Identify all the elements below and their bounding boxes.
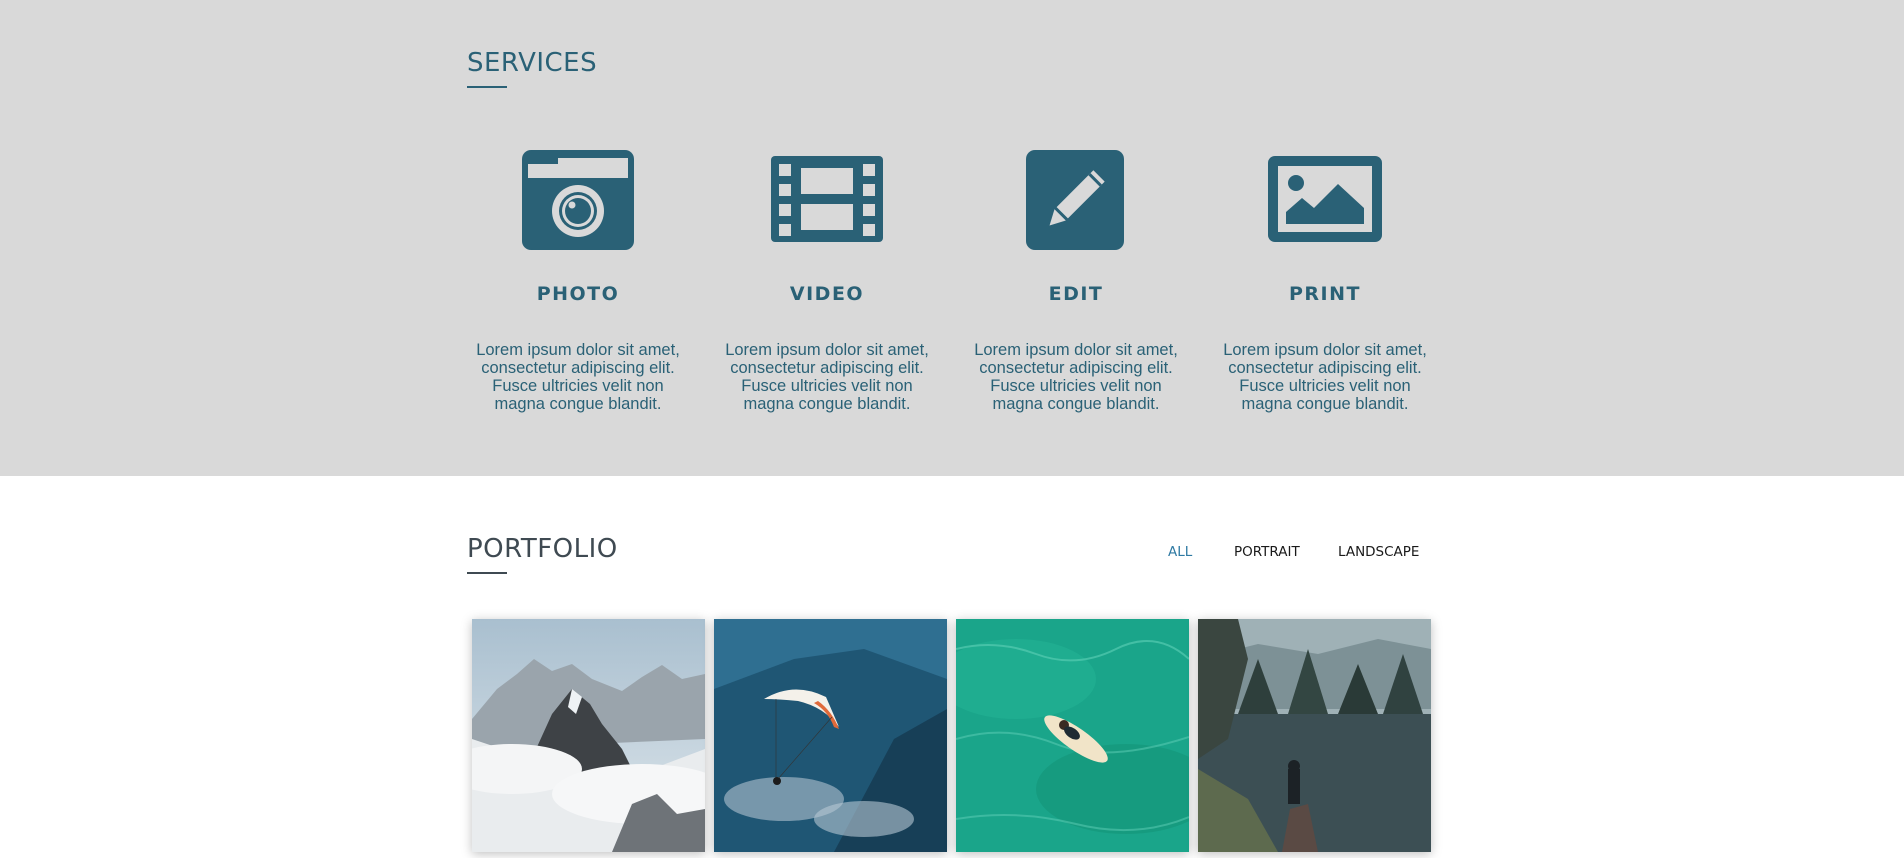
portfolio-section: PORTFOLIO ALL PORTRAIT LANDSCAPE bbox=[0, 476, 1904, 858]
service-name: PHOTO bbox=[536, 283, 620, 305]
filter-portrait[interactable]: PORTRAIT bbox=[1234, 544, 1300, 560]
service-description: Lorem ipsum dolor sit amet, consectetur … bbox=[725, 341, 929, 413]
service-name: PRINT bbox=[1289, 283, 1361, 305]
surfer-photo[interactable] bbox=[956, 619, 1189, 852]
service-description: Lorem ipsum dolor sit amet, consectetur … bbox=[974, 341, 1178, 413]
portfolio-title: PORTFOLIO bbox=[467, 534, 618, 564]
snowy-mountain-photo[interactable] bbox=[472, 619, 705, 852]
service-description: Lorem ipsum dolor sit amet, consectetur … bbox=[476, 341, 680, 413]
image-icon bbox=[1213, 150, 1437, 260]
portfolio-title-underline bbox=[467, 572, 507, 574]
pencil-icon bbox=[964, 150, 1188, 260]
service-name: VIDEO bbox=[789, 283, 865, 305]
filter-landscape[interactable]: LANDSCAPE bbox=[1338, 544, 1419, 560]
film-icon bbox=[715, 150, 939, 260]
camera-icon bbox=[466, 150, 690, 260]
filter-all[interactable]: ALL bbox=[1168, 544, 1192, 560]
services-section: SERVICES PHOTO Lorem ipsum dolor sit ame… bbox=[0, 0, 1904, 476]
paraglider-photo[interactable] bbox=[714, 619, 947, 852]
service-description: Lorem ipsum dolor sit amet, consectetur … bbox=[1223, 341, 1427, 413]
lake-forest-photo[interactable] bbox=[1198, 619, 1431, 852]
services-title: SERVICES bbox=[467, 48, 598, 78]
service-name: EDIT bbox=[1048, 283, 1104, 305]
services-title-underline bbox=[467, 86, 507, 88]
